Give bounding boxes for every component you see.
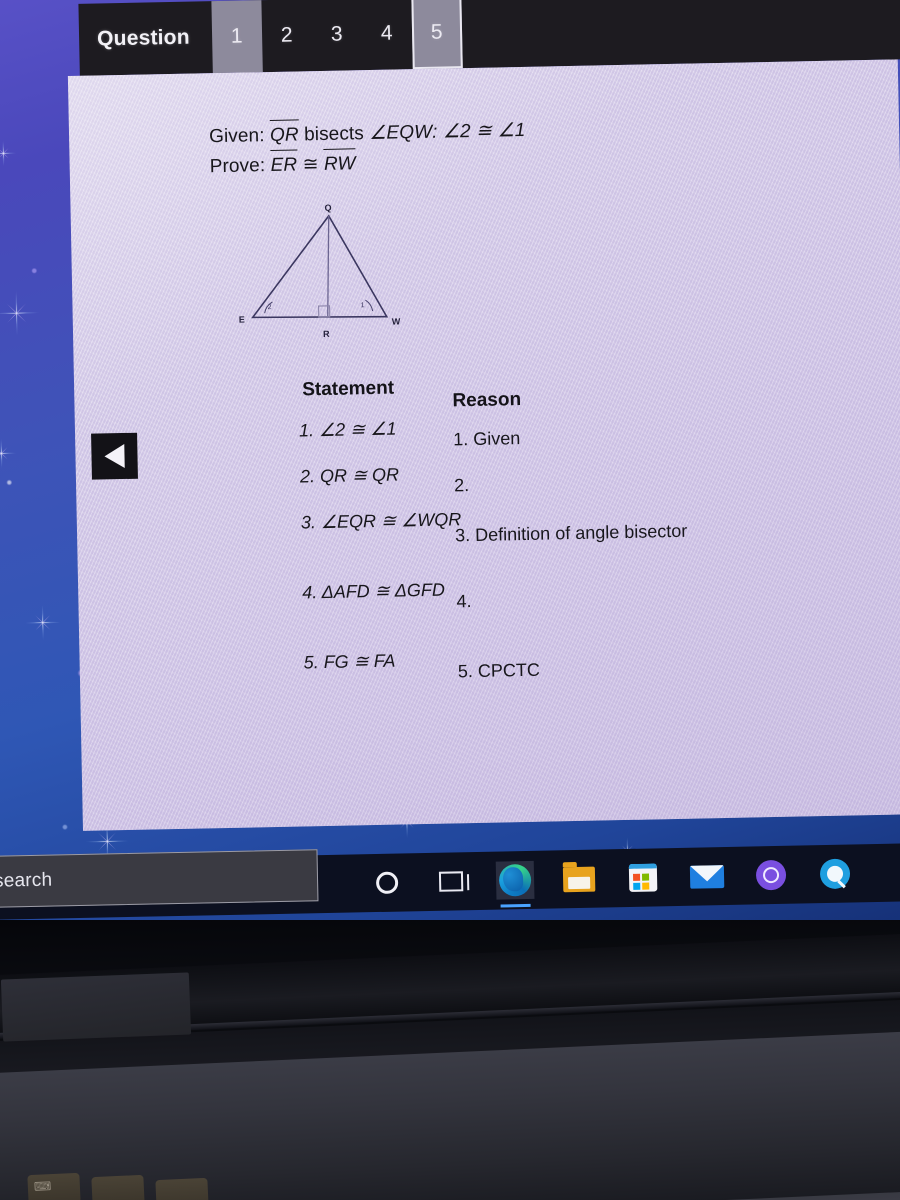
mail-icon[interactable] bbox=[688, 857, 727, 896]
problem-prompt: Given: QR bisects ∠EQW: ∠2 ≅ ∠1 Prove: E… bbox=[209, 108, 860, 180]
figure-label-r: R bbox=[323, 329, 330, 339]
statement-cell-4: 4. ΔAFD ≅ ΔGFD bbox=[302, 579, 446, 603]
triangle-diagram-svg: Q E W R 2 1 bbox=[239, 203, 401, 339]
figure-angle-2: 2 bbox=[267, 304, 271, 311]
question-tab-5[interactable]: 5 bbox=[410, 0, 463, 70]
given-segment-qr: QR bbox=[269, 119, 299, 150]
figure-label-w: W bbox=[392, 317, 401, 327]
reason-cell-2[interactable]: 2. bbox=[454, 466, 874, 498]
keyboard-key bbox=[155, 1177, 209, 1200]
reason-cell-5[interactable]: 5. CPCTC bbox=[458, 652, 878, 684]
microsoft-edge-icon[interactable] bbox=[495, 860, 535, 900]
search-input[interactable]: pe here to search bbox=[0, 849, 319, 910]
question-content-panel: Given: QR bisects ∠EQW: ∠2 ≅ ∠1 Prove: E… bbox=[67, 59, 900, 831]
header-statement: Statement bbox=[302, 377, 395, 401]
given-congruence: ∠2 ≅ ∠1 bbox=[442, 119, 526, 143]
keyboard-key: ⌨ bbox=[27, 1172, 81, 1200]
reason-cell-4[interactable]: 4. bbox=[456, 582, 876, 614]
prove-symbol: ≅ bbox=[302, 153, 319, 175]
question-tab-4[interactable]: 4 bbox=[361, 0, 412, 70]
prove-segment-rw: RW bbox=[323, 147, 356, 179]
figure-angle-1: 1 bbox=[360, 302, 364, 309]
geometry-figure: Q E W R 2 1 bbox=[232, 189, 863, 357]
figure-label-e: E bbox=[239, 315, 245, 325]
keyboard-key bbox=[91, 1174, 145, 1200]
table-row: 3. ∠EQR ≅ ∠WQR 3. Definition of angle bi… bbox=[217, 500, 868, 583]
search-bubble-icon[interactable] bbox=[816, 854, 855, 893]
header-reason: Reason bbox=[452, 389, 522, 412]
search-placeholder: pe here to search bbox=[0, 869, 53, 894]
given-angle-eqw: ∠EQW: bbox=[369, 121, 438, 145]
laptop-screen: Question 1 2 3 4 5 Given: QR bisects ∠EQ… bbox=[0, 0, 900, 944]
table-row: 4. ΔAFD ≅ ΔGFD 4. bbox=[218, 570, 869, 653]
taskbar-icon-group bbox=[368, 844, 855, 912]
prove-label: Prove: bbox=[209, 154, 266, 177]
file-explorer-icon[interactable] bbox=[560, 860, 599, 899]
statement-cell-1: 1. ∠2 ≅ ∠1 bbox=[298, 418, 397, 441]
given-middle: bisects bbox=[303, 123, 365, 146]
microsoft-store-icon[interactable] bbox=[624, 858, 663, 897]
photo-scene: SD.M Question 1 2 3 4 5 bbox=[0, 0, 900, 1200]
question-tab-1[interactable]: 1 bbox=[211, 0, 263, 74]
statement-cell-2: 2. QR ≅ QR bbox=[299, 464, 400, 487]
question-tab-3[interactable]: 3 bbox=[311, 0, 362, 71]
cortana-icon[interactable] bbox=[368, 863, 407, 902]
statement-cell-3: 3. ∠EQR ≅ ∠WQR bbox=[300, 509, 462, 533]
sync-circle-icon[interactable] bbox=[752, 856, 791, 895]
reason-cell-1[interactable]: 1. Given bbox=[453, 420, 873, 452]
prove-segment-er: ER bbox=[270, 149, 298, 180]
statement-cell-5: 5. FG ≅ FA bbox=[303, 650, 396, 673]
proof-table: Statement Reason 1. ∠2 ≅ ∠1 1. Given 2. … bbox=[214, 368, 870, 703]
task-view-icon[interactable] bbox=[432, 862, 471, 901]
given-label: Given: bbox=[208, 125, 265, 148]
figure-label-q: Q bbox=[324, 203, 331, 213]
question-label: Question bbox=[96, 25, 190, 51]
laptop-port-block bbox=[0, 972, 192, 1042]
question-tab-2[interactable]: 2 bbox=[261, 0, 312, 72]
reason-cell-3[interactable]: 3. Definition of angle bisector bbox=[455, 516, 875, 548]
laptop-chassis: ⌨ bbox=[0, 920, 900, 1200]
